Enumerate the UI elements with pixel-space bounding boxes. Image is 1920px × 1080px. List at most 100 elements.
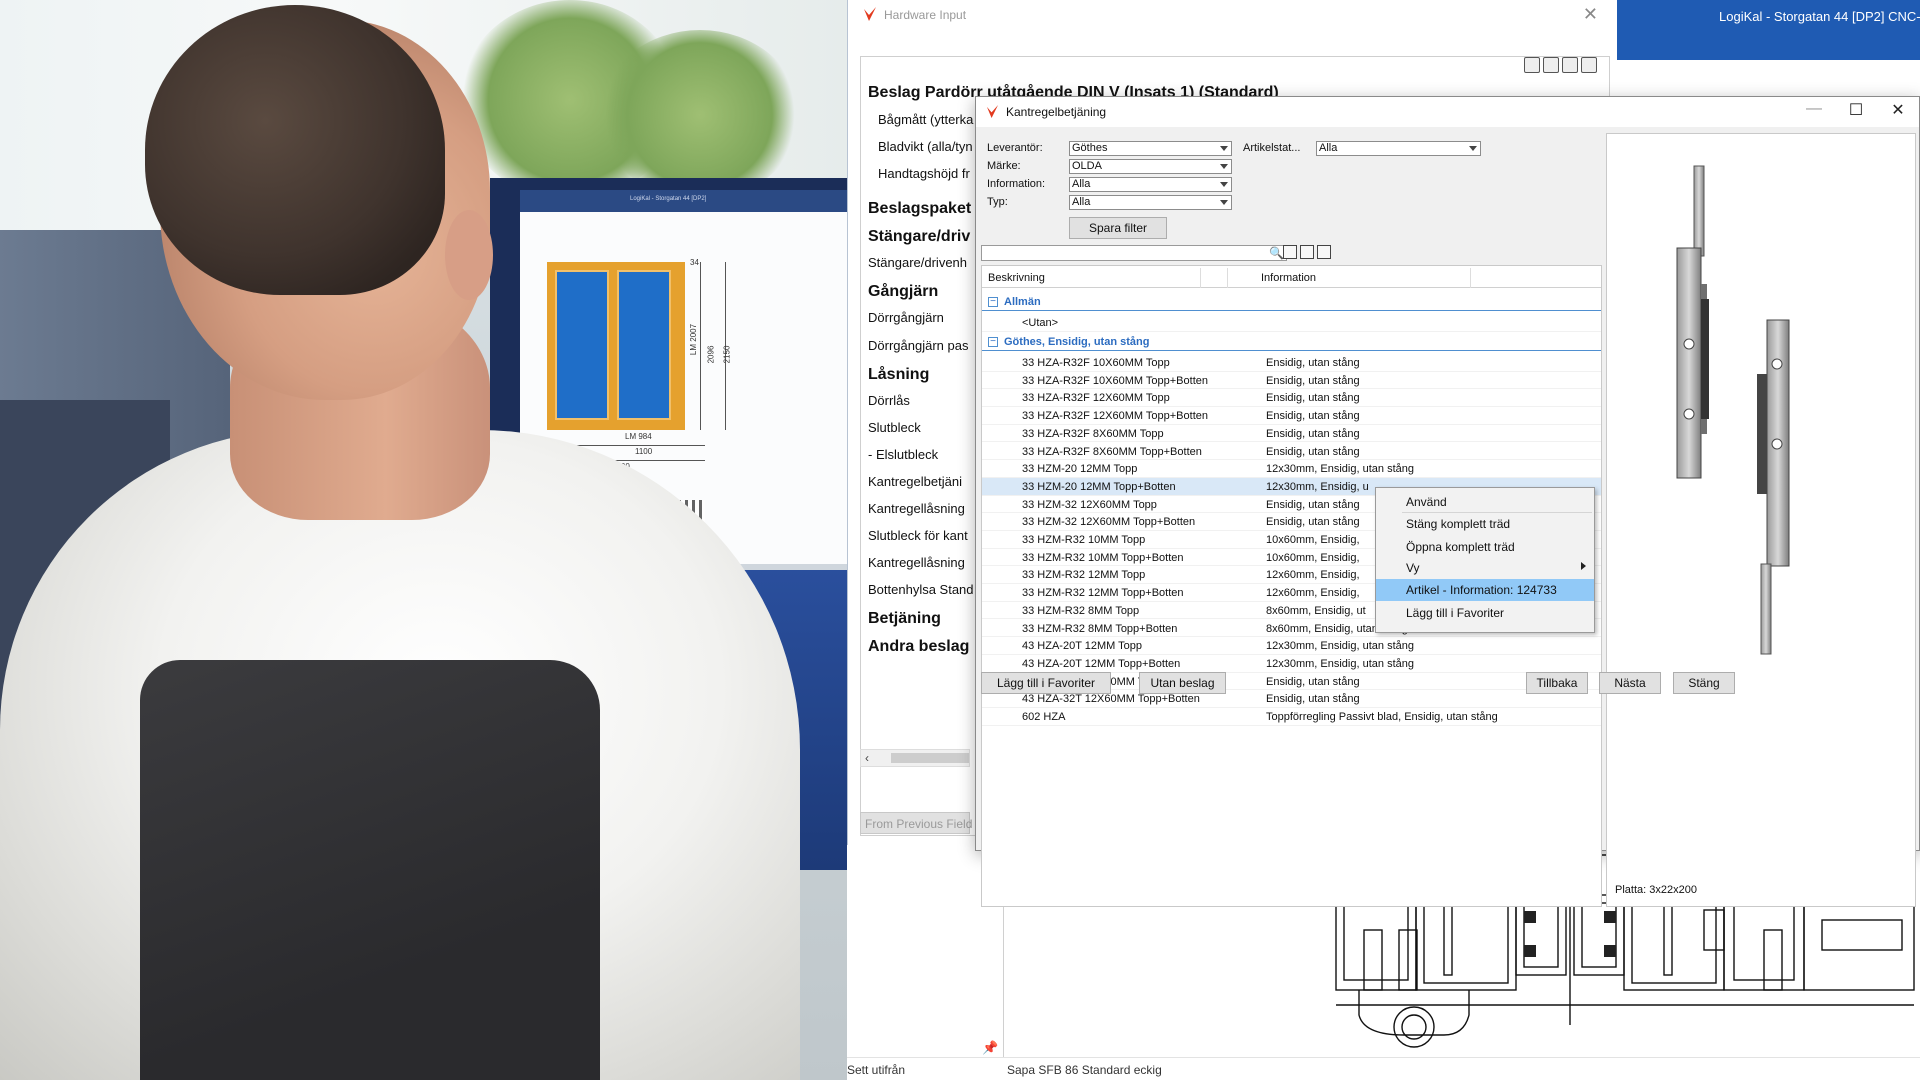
leverantor-label: Leverantör: <box>987 142 1043 154</box>
hardware-item[interactable]: Dörrgångjärn <box>868 310 944 325</box>
lock-icon[interactable] <box>1317 245 1331 259</box>
hardware-item[interactable]: Kantregellåsning <box>868 501 965 516</box>
no-hardware-button[interactable]: Utan beslag <box>1139 672 1226 694</box>
hardware-item[interactable]: Handtagshöjd fr <box>878 166 970 181</box>
leverantor-select[interactable]: Göthes <box>1069 141 1232 156</box>
grid-view-icon[interactable] <box>1300 245 1314 259</box>
hardware-input-title: Hardware Input <box>884 8 967 22</box>
hardware-item[interactable]: Bottenhylsa Stand <box>868 582 974 597</box>
row-description: <Utan> <box>1022 317 1059 329</box>
hardware-item[interactable]: Slutbleck för kant <box>868 528 968 543</box>
person-ear <box>445 210 493 300</box>
status-profile: Sapa SFB 86 Standard eckig <box>1007 1063 1162 1077</box>
row-information: Ensidig, utan stång <box>1266 427 1360 440</box>
row-description: 33 HZM-R32 8MM Topp+Botten <box>1022 622 1178 635</box>
from-previous-field-button[interactable]: From Previous Field <box>860 812 972 834</box>
app-title: LogiKal - Storgatan 44 [DP2] CNC-be <box>1719 9 1920 24</box>
hardware-item[interactable]: Slutbleck <box>868 420 921 435</box>
next-button[interactable]: Nästa <box>1599 672 1661 694</box>
collapse-icon[interactable]: − <box>988 337 998 347</box>
tree-group[interactable]: − Allmän <box>982 294 1601 311</box>
dimension-label: 1100 <box>635 447 653 456</box>
hardware-item[interactable]: Beslagspaket <box>868 200 971 218</box>
horizontal-scrollbar[interactable]: ‹ <box>860 749 970 767</box>
status-bar: Sett utifrån Sapa SFB 86 Standard eckig <box>847 1057 1920 1080</box>
door-drawing <box>547 262 685 430</box>
table-row[interactable]: 33 HZA-R32F 12X60MM Topp+Botten Ensidig, … <box>982 407 1601 425</box>
group-label: Göthes, Ensidig, utan stång <box>1004 336 1150 348</box>
hardware-item[interactable]: Stängare/drivenh <box>868 255 967 270</box>
minimize-icon[interactable]: — <box>1799 100 1829 118</box>
hardware-item[interactable]: - Elslutbleck <box>868 447 938 462</box>
context-menu-item[interactable]: Lägg till i Favoriter <box>1376 602 1594 624</box>
column-beskrivning[interactable]: Beskrivning <box>988 272 1045 284</box>
add-to-favorites-button[interactable]: Lägg till i Favoriter <box>981 672 1111 694</box>
pin-icon[interactable]: 📌 <box>982 1040 998 1056</box>
hardware-item[interactable]: Andra beslag <box>868 638 969 656</box>
close-button[interactable]: Stäng <box>1673 672 1735 694</box>
column-information[interactable]: Information <box>1261 272 1316 284</box>
context-menu-item[interactable]: Artikel - Information: 124733 <box>1376 579 1594 601</box>
hardware-item[interactable]: Dörrgångjärn pas <box>868 338 968 353</box>
context-menu-item[interactable]: Använd <box>1376 491 1594 513</box>
group-label: Allmän <box>1004 296 1041 308</box>
tree-group[interactable]: − Göthes, Ensidig, utan stång <box>982 334 1601 351</box>
row-description: 33 HZM-32 12X60MM Topp <box>1022 498 1157 511</box>
table-row[interactable]: 33 HZM-20 12MM Topp 12x30mm, Ensidig, uta… <box>982 460 1601 478</box>
row-description: 602 HZA <box>1022 711 1066 723</box>
hardware-item[interactable]: Dörrlås <box>868 393 910 408</box>
row-information: Ensidig, utan stång <box>1266 693 1360 706</box>
save-filter-button[interactable]: Spara filter <box>1069 217 1167 239</box>
row-information: 8x60mm, Ensidig, ut <box>1266 604 1366 617</box>
table-row[interactable]: 33 HZA-R32F 8X60MM Topp+Botten Ensidig, u… <box>982 443 1601 461</box>
dimension-label: 2096 <box>706 345 716 364</box>
scroll-left-icon[interactable]: ‹ <box>865 751 869 765</box>
plant <box>600 30 800 200</box>
hardware-item[interactable]: Låsning <box>868 366 929 384</box>
artikelstat-select[interactable]: Alla <box>1316 141 1481 156</box>
table-row[interactable]: 33 HZA-R32F 10X60MM Topp Ensidig, utan st… <box>982 354 1601 372</box>
table-row[interactable]: 33 HZA-R32F 12X60MM Topp Ensidig, utan st… <box>982 389 1601 408</box>
hardware-item[interactable]: Gångjärn <box>868 283 938 301</box>
table-row[interactable]: <Utan> <box>982 314 1601 332</box>
typ-select[interactable]: Alla <box>1069 195 1232 210</box>
row-information: 12x30mm, Ensidig, utan stång <box>1266 640 1414 653</box>
context-menu-item[interactable]: Öppna komplett träd <box>1376 536 1594 558</box>
table-row[interactable]: 43 HZA-20T 12MM Topp+Botten 12x30mm, Ensi… <box>982 655 1601 673</box>
close-icon[interactable]: ✕ <box>1883 100 1913 120</box>
close-icon[interactable]: ✕ <box>1583 4 1598 25</box>
row-description: 33 HZA-R32F 10X60MM Topp <box>1022 357 1170 369</box>
table-row[interactable]: 43 HZA-20T 12MM Topp 12x30mm, Ensidig, ut… <box>982 637 1601 655</box>
maximize-icon[interactable]: ☐ <box>1841 100 1871 120</box>
table-row[interactable]: 602 HZA Toppförregling Passivt blad, Ensi… <box>982 708 1601 726</box>
row-description: 33 HZM-R32 12MM Topp+Botten <box>1022 587 1184 600</box>
table-row[interactable]: 33 HZA-R32F 10X60MM Topp+Botten Ensidig, … <box>982 372 1601 390</box>
list-view-icon[interactable] <box>1283 245 1297 259</box>
hardware-item[interactable]: Kantregellåsning <box>868 555 965 570</box>
hardware-item[interactable]: Betjäning <box>868 610 941 628</box>
status-view: Sett utifrån <box>847 1063 906 1077</box>
row-information: Toppförregling Passivt blad, Ensidig, ut… <box>1266 711 1498 723</box>
context-menu-item[interactable]: Stäng komplett träd <box>1376 513 1594 535</box>
logikal-logo-icon <box>986 105 999 118</box>
hardware-item[interactable]: Stängare/driv <box>868 228 970 246</box>
hardware-item[interactable]: Bladvikt (alla/tyn <box>878 139 973 154</box>
search-input[interactable]: 🔍 <box>981 245 1287 261</box>
row-description: 33 HZM-R32 12MM Topp <box>1022 569 1146 582</box>
marke-select[interactable]: OLDA <box>1069 159 1232 174</box>
information-value: Alla <box>1072 178 1091 190</box>
context-menu-item[interactable]: Vy <box>1376 557 1594 579</box>
dimension-label: LM 2007 <box>689 323 699 356</box>
back-button[interactable]: Tillbaka <box>1526 672 1588 694</box>
row-information: 12x60mm, Ensidig, <box>1266 587 1360 600</box>
hardware-item[interactable]: Kantregelbetjäni <box>868 474 962 489</box>
table-row[interactable]: 33 HZA-R32F 8X60MM Topp Ensidig, utan stå… <box>982 425 1601 443</box>
person-hair <box>145 5 445 295</box>
hardware-item[interactable]: Bågmått (ytterka <box>878 112 973 127</box>
collapse-icon[interactable]: − <box>988 297 998 307</box>
scrollbar-thumb[interactable] <box>891 753 969 763</box>
typ-value: Alla <box>1072 196 1091 208</box>
dimension-label: LM 984 <box>625 432 652 441</box>
search-icon[interactable]: 🔍 <box>1269 246 1284 260</box>
information-select[interactable]: Alla <box>1069 177 1232 192</box>
